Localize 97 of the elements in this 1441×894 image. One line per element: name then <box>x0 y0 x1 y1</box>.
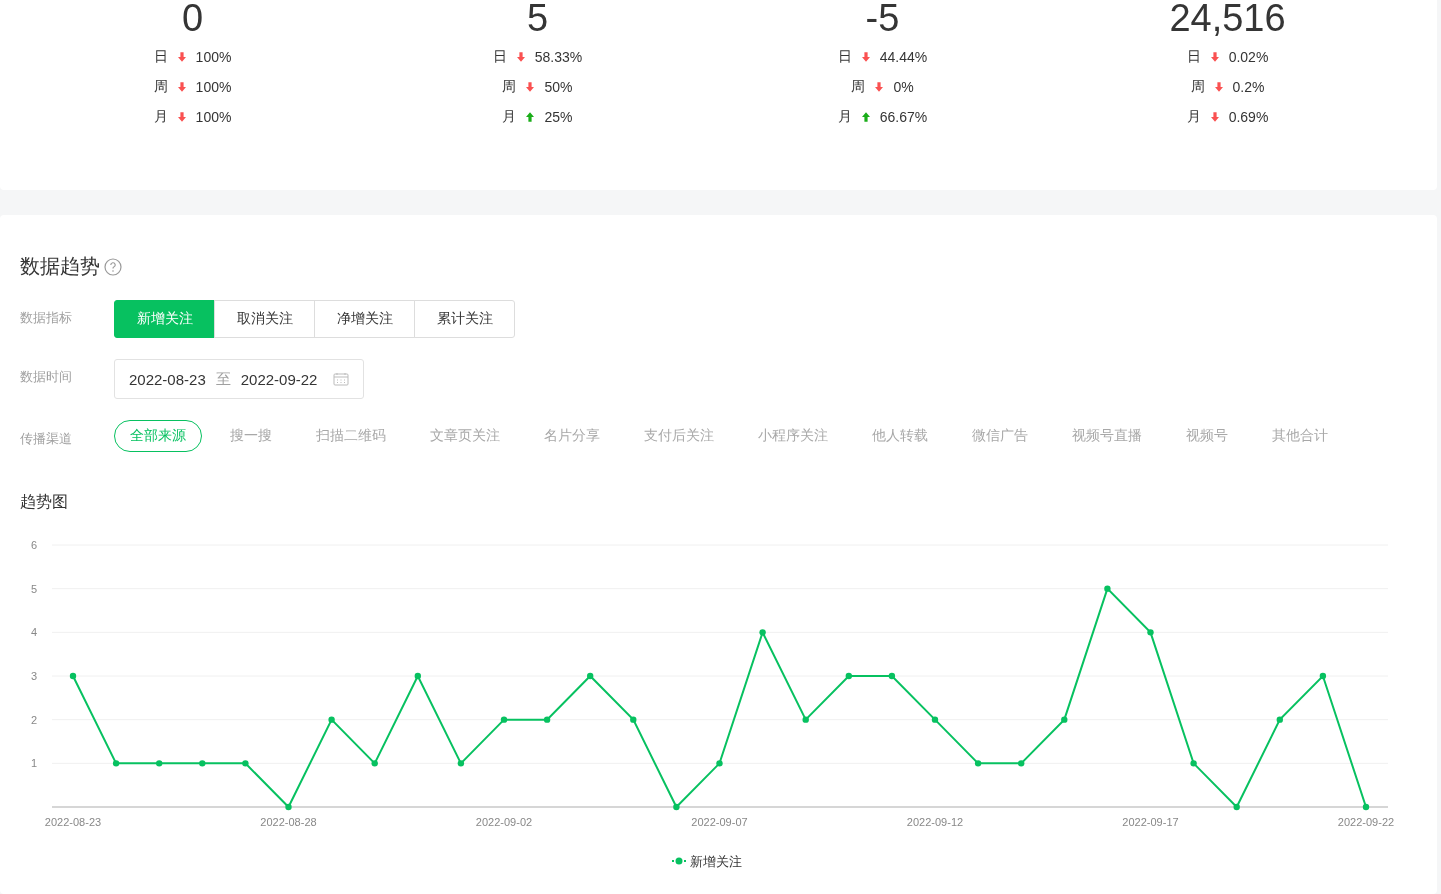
data-point <box>285 803 292 811</box>
y-tick-label: 2 <box>30 713 38 726</box>
channel-tab[interactable]: 其他合计 <box>1256 420 1344 452</box>
change-value: 100% <box>195 109 232 125</box>
data-point <box>587 672 594 680</box>
period-label: 月 <box>1186 108 1201 126</box>
data-point <box>1362 803 1370 811</box>
change-value: 0% <box>893 79 914 95</box>
period-label: 周 <box>851 78 866 96</box>
data-point <box>457 760 465 767</box>
change-value: 66.67% <box>879 109 928 125</box>
data-point <box>845 672 852 680</box>
data-point <box>414 672 421 680</box>
channel-tab[interactable]: 视频号直播 <box>1056 420 1158 452</box>
period-label: 周 <box>1190 78 1205 96</box>
change-value: 25% <box>544 109 573 125</box>
x-tick-label: 2022-09-22 <box>1337 816 1395 828</box>
data-point <box>69 672 77 680</box>
calendar-icon <box>333 372 350 386</box>
change-value: 44.44% <box>879 49 928 65</box>
channel-tab[interactable]: 视频号 <box>1170 420 1244 452</box>
chart-title: 趋势图 <box>20 492 69 512</box>
data-point <box>328 716 335 723</box>
data-point <box>371 760 378 767</box>
data-point <box>931 716 939 723</box>
period-label: 日 <box>153 48 168 66</box>
channel-tab[interactable]: 支付后关注 <box>628 420 730 452</box>
data-point <box>888 672 896 680</box>
field-label: 数据时间 <box>20 368 73 386</box>
data-point <box>1061 716 1068 723</box>
field-label: 传播渠道 <box>20 430 73 448</box>
x-tick-label: 2022-09-17 <box>1122 816 1179 828</box>
change-value: 100% <box>195 79 232 95</box>
y-tick-label: 3 <box>30 670 38 682</box>
metric-tab[interactable]: 累计关注 <box>414 300 515 338</box>
y-tick-label: 5 <box>30 582 38 595</box>
period-label: 日 <box>492 48 507 66</box>
section-title: 数据趋势 <box>20 254 100 279</box>
change-value: 0.69% <box>1228 109 1269 125</box>
channel-tab[interactable]: 微信广告 <box>956 420 1044 452</box>
data-point <box>1233 803 1240 811</box>
data-point <box>242 760 249 767</box>
period-label: 日 <box>1186 48 1201 66</box>
y-tick-label: 6 <box>30 539 38 551</box>
legend-label: 新增关注 <box>690 854 742 869</box>
period-label: 周 <box>153 78 168 96</box>
x-tick-label: 2022-09-02 <box>475 816 533 828</box>
data-point <box>974 760 982 767</box>
date-range-field[interactable]: 2022-08-23 至 2022-09-22 <box>114 359 365 399</box>
y-tick-label: 4 <box>30 626 38 639</box>
change-value: 0.02% <box>1228 49 1269 65</box>
change-value: 58.33% <box>534 49 583 65</box>
metric-tab[interactable]: 净增关注 <box>314 300 415 338</box>
legend-marker-icon <box>671 857 687 865</box>
x-tick-label: 2022-09-12 <box>906 816 964 828</box>
stat-value: 24,516 <box>1169 0 1286 36</box>
data-point <box>500 716 508 723</box>
data-point <box>673 803 680 811</box>
data-point <box>1018 760 1025 767</box>
change-value: 0.2% <box>1232 79 1265 95</box>
x-tick-label: 2022-09-07 <box>691 816 748 828</box>
data-point <box>802 716 809 723</box>
metric-tab[interactable]: 新增关注 <box>114 300 215 338</box>
change-value: 50% <box>544 79 573 95</box>
data-point <box>1319 672 1327 680</box>
x-tick-label: 2022-08-23 <box>44 816 102 828</box>
data-point <box>112 760 120 767</box>
change-value: 100% <box>195 49 232 65</box>
x-tick-label: 2022-08-28 <box>260 816 317 828</box>
data-point <box>759 629 766 636</box>
data-point <box>199 760 206 767</box>
period-label: 月 <box>837 108 852 126</box>
data-point <box>543 716 551 723</box>
channel-tab[interactable]: 文章页关注 <box>414 420 516 452</box>
channel-tab[interactable]: 小程序关注 <box>742 420 844 452</box>
period-label: 月 <box>153 108 168 126</box>
metric-tab[interactable]: 取消关注 <box>214 300 315 338</box>
data-point <box>156 760 163 767</box>
stat-value: -5 <box>865 0 900 36</box>
data-point <box>716 760 723 767</box>
channel-tab[interactable]: 搜一搜 <box>214 420 288 452</box>
data-point <box>630 716 637 723</box>
stat-value: 0 <box>181 0 204 36</box>
data-point <box>1104 585 1111 592</box>
period-label: 周 <box>502 78 517 96</box>
channel-tab[interactable]: 扫描二维码 <box>300 420 402 452</box>
data-point <box>1190 760 1197 767</box>
y-tick-label: 1 <box>30 757 38 770</box>
channel-tab[interactable]: 他人转载 <box>856 420 944 452</box>
data-point <box>1147 629 1154 636</box>
period-label: 日 <box>837 48 852 66</box>
channel-tab[interactable]: 名片分享 <box>528 420 616 452</box>
stat-value: 5 <box>526 0 549 36</box>
field-label: 数据指标 <box>20 309 73 327</box>
data-point <box>1276 716 1283 723</box>
help-icon[interactable] <box>104 257 122 276</box>
period-label: 月 <box>502 108 517 126</box>
